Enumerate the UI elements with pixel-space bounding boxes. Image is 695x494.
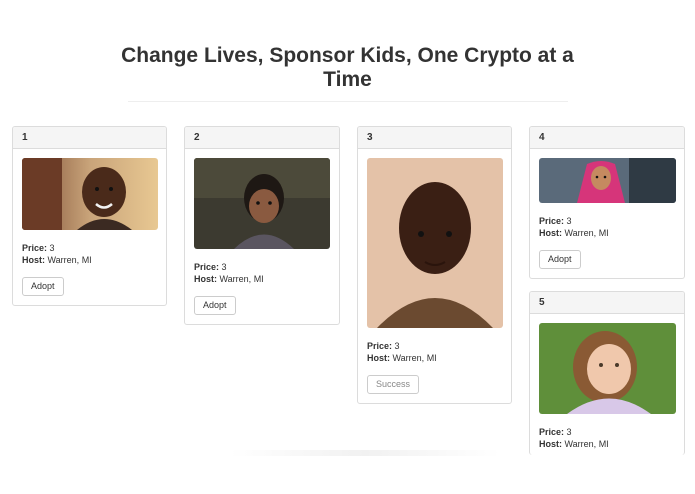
- adopt-button[interactable]: Adopt: [22, 277, 64, 296]
- price-label: Price:: [194, 262, 220, 272]
- kid-card-2: 2 Price: 3 Host: Warren, MI Adopt: [184, 126, 340, 325]
- host-label: Host:: [367, 353, 390, 363]
- card-number: 2: [185, 127, 339, 149]
- price-value: 3: [566, 427, 572, 437]
- card-number: 1: [13, 127, 166, 149]
- host-line: Host: Warren, MI: [539, 438, 609, 450]
- page-title: Change Lives, Sponsor Kids, One Crypto a…: [121, 44, 574, 91]
- kid-card-4: 4 Price: 3 Host: Warren, MI Adopt: [529, 126, 685, 279]
- kid-card-5: 5 Price: 3 Host: Warren, MI: [529, 291, 685, 455]
- host-value: Warren, MI: [564, 228, 609, 238]
- card-number: 3: [358, 127, 511, 149]
- price-line: Price: 3: [22, 242, 55, 254]
- host-value: Warren, MI: [47, 255, 92, 265]
- kid-photo: [194, 158, 330, 249]
- price-value: 3: [394, 341, 400, 351]
- host-value: Warren, MI: [564, 439, 609, 449]
- host-label: Host:: [539, 228, 562, 238]
- success-button[interactable]: Success: [367, 375, 420, 394]
- adopt-button[interactable]: Adopt: [194, 296, 236, 315]
- kid-photo: [367, 158, 503, 328]
- host-line: Host: Warren, MI: [22, 254, 92, 266]
- kid-card-3: 3 Price: 3 Host: Warren, MI Success: [357, 126, 512, 404]
- kid-photo: [539, 323, 676, 414]
- price-label: Price:: [539, 427, 565, 437]
- adopt-button[interactable]: Adopt: [539, 250, 581, 269]
- price-label: Price:: [22, 243, 48, 253]
- price-line: Price: 3: [539, 426, 572, 438]
- bottom-fade-divider: [230, 450, 500, 456]
- title-divider: [128, 101, 568, 102]
- price-line: Price: 3: [367, 340, 400, 352]
- host-line: Host: Warren, MI: [539, 227, 609, 239]
- host-line: Host: Warren, MI: [367, 352, 437, 364]
- price-value: 3: [566, 216, 572, 226]
- host-line: Host: Warren, MI: [194, 273, 264, 285]
- price-value: 3: [49, 243, 55, 253]
- kid-photo: [539, 158, 676, 203]
- host-label: Host:: [539, 439, 562, 449]
- host-label: Host:: [194, 274, 217, 284]
- card-number: 5: [530, 292, 684, 314]
- price-label: Price:: [367, 341, 393, 351]
- host-value: Warren, MI: [392, 353, 437, 363]
- price-line: Price: 3: [194, 261, 227, 273]
- kid-card-1: 1 Price: 3 Host: Warren, MI Adopt: [12, 126, 167, 306]
- card-number: 4: [530, 127, 684, 149]
- price-line: Price: 3: [539, 215, 572, 227]
- kid-photo: [22, 158, 158, 230]
- host-value: Warren, MI: [219, 274, 264, 284]
- host-label: Host:: [22, 255, 45, 265]
- price-value: 3: [221, 262, 227, 272]
- price-label: Price:: [539, 216, 565, 226]
